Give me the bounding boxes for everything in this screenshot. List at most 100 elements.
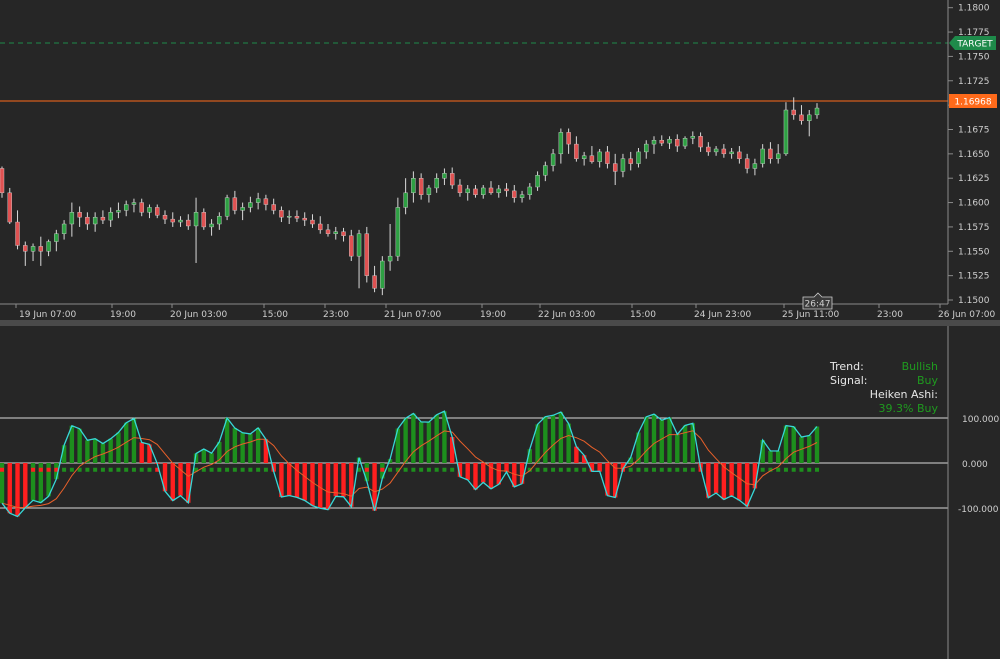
histogram-bar: [775, 450, 781, 463]
signal-dot: [714, 467, 719, 472]
histogram-bar: [248, 433, 253, 463]
bull-candle: [411, 178, 416, 194]
bull-candle: [434, 178, 439, 189]
histogram-bar: [713, 463, 719, 493]
signal-dot: [543, 467, 548, 472]
histogram-bar: [807, 435, 812, 463]
signal-dot: [667, 467, 672, 472]
bear-candle: [504, 188, 509, 192]
signal-dot: [62, 467, 67, 472]
signal-dot: [512, 467, 517, 472]
signal-dot: [791, 467, 796, 472]
bull-candle: [395, 207, 401, 257]
bull-candle: [519, 194, 525, 198]
signal-dot: [38, 467, 43, 472]
signal-dot: [163, 467, 167, 472]
bull-candle: [46, 241, 51, 252]
signal-dot: [341, 467, 346, 472]
bull-candle: [209, 223, 214, 228]
bear-candle: [706, 146, 711, 153]
histogram-bar: [550, 415, 556, 463]
current-price-tag: 1.16968: [949, 94, 997, 108]
signal-dot: [170, 467, 175, 472]
signal-dot: [108, 467, 113, 472]
bear-candle: [799, 114, 804, 121]
histogram-bar: [263, 439, 269, 463]
bear-candle: [0, 168, 5, 194]
signal-dot: [465, 467, 470, 472]
price-tick-label: 1.1525: [958, 272, 990, 282]
bull-candle: [775, 153, 781, 159]
bull-candle: [807, 114, 812, 121]
signal-dot: [100, 467, 105, 472]
price-tick-label: 1.1625: [958, 174, 990, 184]
signal-dot: [225, 467, 230, 472]
trend-value: Bullish: [901, 360, 938, 373]
bear-candle: [612, 163, 618, 172]
price-tick-label: 1.1800: [958, 4, 990, 14]
bull-candle: [61, 223, 67, 234]
bull-candle: [387, 255, 393, 262]
signal-dot: [683, 467, 688, 472]
bull-candle: [543, 165, 548, 176]
target-tag: TARGET: [949, 36, 996, 50]
signal-dot: [783, 467, 788, 472]
signal-dot: [450, 467, 455, 472]
trend-label: Trend:: [830, 360, 864, 373]
histogram-bar: [232, 428, 238, 463]
histogram-bar: [434, 414, 439, 463]
bear-candle: [100, 216, 106, 221]
time-tick-label: 15:00: [262, 310, 288, 320]
bull-candle: [123, 204, 129, 211]
bear-candle: [279, 210, 284, 218]
signal-dot: [574, 467, 579, 472]
bear-candle: [263, 198, 269, 205]
histogram-bar: [92, 438, 98, 463]
bull-candle: [92, 216, 98, 225]
histogram-bar: [543, 416, 548, 463]
signal-dot: [93, 467, 98, 472]
bull-candle: [620, 158, 626, 172]
bull-candle: [217, 216, 222, 225]
bear-candle: [566, 132, 571, 145]
heiken-label: Heiken Ashi:: [869, 388, 938, 401]
histogram-bar: [675, 434, 680, 463]
signal-dot: [652, 467, 656, 472]
bull-candle: [690, 136, 696, 139]
current-price-label: 1.16968: [954, 98, 991, 108]
signal-dot: [551, 467, 556, 472]
time-tick-label: 20 Jun 03:00: [170, 310, 227, 320]
price-tick-label: 1.1675: [958, 125, 990, 135]
histogram-bar: [201, 449, 207, 463]
signal-dot: [116, 467, 121, 472]
info-panel: Trend: Bullish Signal: Buy Heiken Ashi: …: [830, 360, 938, 416]
bear-candle: [418, 178, 424, 195]
trading-chart[interactable]: 1.18001.17751.17501.17251.17001.16751.16…: [0, 0, 1000, 659]
bull-candle: [333, 231, 338, 234]
osc-tick-100: 100.000: [962, 415, 999, 425]
chart-background: [0, 0, 1000, 659]
signal-dot: [675, 467, 680, 472]
signal-dot: [23, 467, 28, 472]
signal-dot: [473, 467, 478, 472]
bear-candle: [768, 148, 773, 159]
signal-dot: [85, 467, 90, 472]
histogram-bar: [449, 437, 455, 463]
bear-candle: [791, 109, 796, 116]
panel-separator[interactable]: [0, 320, 1000, 326]
signal-dot: [535, 467, 540, 472]
time-tick-label: 23:00: [323, 310, 349, 320]
bear-candle: [512, 190, 517, 198]
signal-dot: [131, 467, 136, 472]
bear-candle: [628, 158, 633, 164]
bull-candle: [496, 188, 501, 194]
bull-candle: [286, 216, 292, 218]
histogram-bar: [209, 453, 214, 463]
bull-candle: [224, 197, 230, 217]
signal-dot: [186, 467, 191, 472]
bear-candle: [302, 217, 307, 221]
histogram-bar: [667, 417, 672, 463]
bear-candle: [698, 136, 703, 148]
price-tick-label: 1.1750: [958, 52, 990, 62]
signal-value: Buy: [916, 374, 938, 387]
